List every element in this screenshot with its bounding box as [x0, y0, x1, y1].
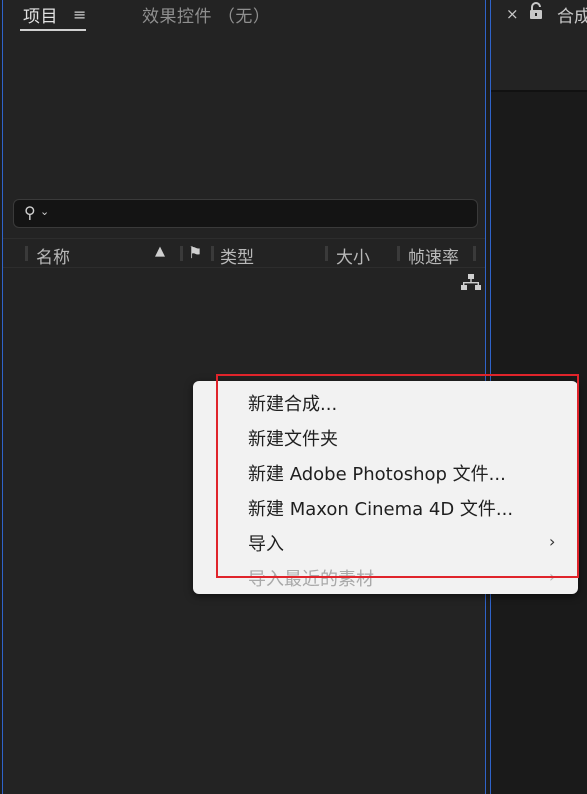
- tab-project-underline: [20, 29, 86, 31]
- menu-item-new-folder[interactable]: 新建文件夹: [248, 425, 338, 451]
- menu-item-import-recent: 导入最近的素材: [248, 569, 374, 590]
- composition-tab-bar: × 合成: [491, 0, 587, 92]
- column-framerate[interactable]: 帧速率: [408, 243, 459, 268]
- chevron-right-icon: ›: [549, 567, 556, 586]
- tab-effects-controls[interactable]: 效果控件 （无）: [142, 2, 270, 27]
- unlock-icon[interactable]: [529, 2, 543, 20]
- chevron-down-icon[interactable]: ⌄: [40, 205, 49, 218]
- search-input[interactable]: ⚲ ⌄: [13, 199, 478, 228]
- column-separator[interactable]: [180, 246, 183, 261]
- column-separator[interactable]: [211, 246, 214, 261]
- menu-item-new-composition[interactable]: 新建合成...: [248, 390, 337, 416]
- column-type[interactable]: 类型: [220, 243, 254, 268]
- column-header-row: 名称 ▲ ⚑ 类型 大小 帧速率: [3, 238, 485, 268]
- chevron-right-icon: ›: [549, 532, 556, 551]
- menu-item-new-photoshop-file[interactable]: 新建 Adobe Photoshop 文件...: [248, 460, 506, 486]
- hamburger-icon[interactable]: ≡: [73, 5, 86, 24]
- composition-tab-title[interactable]: 合成: [557, 2, 587, 27]
- close-icon[interactable]: ×: [506, 5, 519, 23]
- sort-ascending-icon[interactable]: ▲: [155, 244, 165, 259]
- label-tag-icon[interactable]: ⚑: [188, 243, 202, 262]
- column-separator[interactable]: [397, 246, 400, 261]
- column-separator[interactable]: [325, 246, 328, 261]
- context-menu: 新建合成... 新建文件夹 新建 Adobe Photoshop 文件... 新…: [193, 381, 578, 594]
- column-name[interactable]: 名称: [36, 243, 70, 268]
- menu-item-new-cinema4d-file[interactable]: 新建 Maxon Cinema 4D 文件...: [248, 495, 513, 521]
- search-icon[interactable]: ⚲: [24, 203, 36, 222]
- tab-project[interactable]: 项目: [23, 2, 58, 27]
- column-separator[interactable]: [25, 246, 28, 261]
- column-separator[interactable]: [473, 246, 476, 261]
- menu-item-import[interactable]: 导入: [248, 530, 284, 556]
- column-size[interactable]: 大小: [336, 243, 370, 268]
- flowchart-icon[interactable]: [461, 273, 481, 291]
